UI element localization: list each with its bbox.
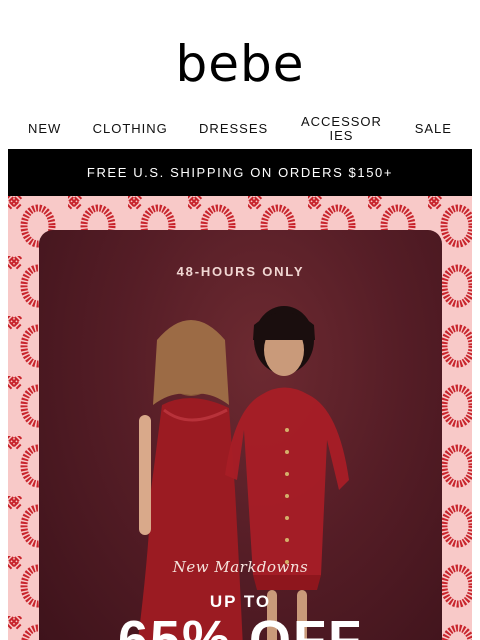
brand-logo[interactable]: bebe <box>176 36 305 92</box>
hero-banner[interactable]: 48-HOURS ONLY New Markdowns UP TO 65% OF… <box>8 196 472 640</box>
shipping-banner-text: FREE U.S. SHIPPING ON ORDERS $150+ <box>86 165 394 180</box>
nav-item-sale[interactable]: SALE <box>415 122 452 136</box>
nav-item-dresses[interactable]: DRESSES <box>199 122 268 136</box>
nav-item-accessories-line2: IES <box>329 128 354 143</box>
models-photo <box>137 306 349 640</box>
promo-script-text: New Markdowns <box>172 558 309 576</box>
nav-item-accessories[interactable]: ACCESSOR IES <box>299 115 383 143</box>
nav-item-new[interactable]: NEW <box>28 122 61 136</box>
main-nav: NEW CLOTHING DRESSES ACCESSOR IES SALE <box>28 112 452 146</box>
nav-item-clothing[interactable]: CLOTHING <box>93 122 168 136</box>
nav-item-accessories-line1: ACCESSOR <box>300 114 382 129</box>
logo-container: bebe <box>0 36 480 92</box>
promo-headline: 65% OFF <box>117 610 364 640</box>
promo-card: 48-HOURS ONLY New Markdowns UP TO 65% OF… <box>39 230 442 640</box>
shipping-banner[interactable]: FREE U.S. SHIPPING ON ORDERS $150+ <box>8 149 472 196</box>
promo-badge: 48-HOURS ONLY <box>176 264 305 279</box>
